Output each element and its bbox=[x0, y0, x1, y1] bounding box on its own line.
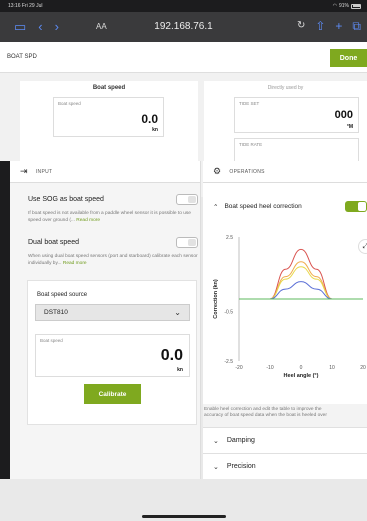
boat-speed-display: Boat speed 0.0 kn bbox=[53, 97, 164, 137]
operations-panel-title: OPERATIONS bbox=[229, 168, 265, 175]
status-left: 13:16 Fri 29 Jul bbox=[8, 3, 42, 9]
page-title: BOAT SPD bbox=[7, 54, 37, 60]
battery-percent: 91% bbox=[338, 3, 349, 9]
damping-row[interactable]: ⌄ Damping bbox=[203, 427, 367, 453]
boat-speed-source-card: Boat speed source DST810 ⌄ Boat speed 0.… bbox=[27, 280, 197, 425]
sog-help-text: If boat speed is not available from a pa… bbox=[28, 211, 191, 223]
source-speed-display: Boat speed 0.0 kn bbox=[35, 334, 190, 377]
sog-label: Use SOG as boat speed bbox=[28, 196, 104, 203]
operations-help: Enable heel correction and edit the tabl… bbox=[203, 404, 367, 427]
input-panel-title: INPUT bbox=[35, 168, 53, 175]
source-speed-value: 0.0 bbox=[160, 347, 183, 364]
dual-toggle[interactable] bbox=[176, 237, 198, 248]
operations-panel: ⚙ OPERATIONS ⌃ Boat speed heel correctio… bbox=[203, 161, 367, 479]
x-tick-label: 0 bbox=[300, 365, 303, 371]
source-speed-label: Boat speed bbox=[40, 338, 63, 343]
series-line-0 bbox=[239, 248, 363, 300]
sog-option-row: Use SOG as boat speed bbox=[28, 194, 198, 205]
chevron-down-icon: ⌄ bbox=[213, 463, 219, 471]
used-by-title: Directly used by bbox=[267, 85, 304, 91]
operations-help-line2: accuracy of boat speed data when the boa… bbox=[204, 413, 327, 419]
sog-toggle[interactable] bbox=[176, 194, 198, 205]
dual-read-more-link[interactable]: Read more bbox=[63, 261, 87, 266]
operations-panel-header: ⚙ OPERATIONS bbox=[203, 161, 367, 183]
x-tick-label: -10 bbox=[266, 365, 273, 371]
input-icon: ⇥ bbox=[20, 166, 28, 176]
precision-row[interactable]: ⌄ Precision bbox=[203, 453, 367, 479]
chevron-down-icon: ⌄ bbox=[174, 308, 181, 317]
tide-set-display: TIDE SET 000 °M bbox=[234, 97, 359, 133]
boat-speed-label: Boat speed bbox=[58, 101, 81, 106]
dual-label: Dual boat speed bbox=[28, 239, 79, 246]
series-line-1 bbox=[239, 261, 363, 300]
chevron-up-icon: ⌃ bbox=[213, 203, 219, 211]
y-tick-label: -0.5 bbox=[224, 309, 233, 315]
sliders-icon: ⚙ bbox=[213, 166, 222, 176]
boat-speed-value: 0.0 bbox=[141, 112, 158, 126]
damping-label: Damping bbox=[226, 437, 255, 444]
x-tick-label: 10 bbox=[329, 365, 335, 371]
share-icon[interactable]: ⇧ bbox=[315, 20, 325, 32]
new-tab-icon[interactable]: + bbox=[335, 20, 342, 32]
status-date: Fri 29 Jul bbox=[21, 3, 43, 9]
status-right: ◠ 91% bbox=[333, 3, 361, 9]
tide-rate-label: TIDE RATE bbox=[239, 142, 263, 147]
expand-icon[interactable]: ⤢ bbox=[358, 239, 367, 254]
calibrate-button[interactable]: Calibrate bbox=[84, 384, 141, 404]
input-panel-header: ⇥ INPUT bbox=[10, 161, 200, 183]
x-tick-label: -20 bbox=[235, 365, 242, 371]
reload-icon[interactable]: ↻ bbox=[297, 20, 305, 32]
heel-correction-chart[interactable]: 2.5 -0.5 -2.5-20 -10 0 10 20 Heel angle (°) Corr… bbox=[203, 231, 367, 401]
status-bar: 13:16 Fri 29 Jul ◠ 91% bbox=[0, 0, 367, 12]
boat-speed-card-title: Boat speed bbox=[92, 85, 126, 91]
dual-help-text: When using dual boat speed sensors (port… bbox=[28, 254, 198, 266]
source-select[interactable]: DST810 ⌄ bbox=[35, 304, 190, 321]
tabs-icon[interactable]: ⧉ bbox=[352, 20, 361, 32]
browser-toolbar: ▭ ‹ › AA 192.168.76.1 ↻ ⇧ + ⧉ bbox=[0, 12, 367, 42]
left-edge bbox=[0, 161, 10, 479]
boat-speed-unit: kn bbox=[152, 127, 158, 133]
source-selected: DST810 bbox=[44, 309, 68, 316]
browser-actions: ↻ ⇧ + ⧉ bbox=[297, 20, 361, 32]
series-line-3 bbox=[239, 281, 363, 300]
done-button[interactable]: Done bbox=[330, 49, 367, 67]
x-axis-label: Heel angle (°) bbox=[284, 373, 319, 379]
sog-help: If boat speed is not available from a pa… bbox=[28, 211, 200, 224]
tide-set-unit: °M bbox=[346, 124, 353, 130]
chevron-down-icon: ⌄ bbox=[213, 437, 219, 445]
wifi-icon: ◠ bbox=[332, 3, 337, 9]
battery-icon bbox=[351, 3, 361, 9]
series-line-2 bbox=[239, 266, 363, 300]
status-time: 13:16 bbox=[8, 3, 21, 9]
precision-label: Precision bbox=[226, 463, 256, 470]
y-axis-label: Correction (kn) bbox=[213, 279, 219, 319]
heel-correction-label: Boat speed heel correction bbox=[224, 203, 302, 210]
heel-correction-toggle[interactable] bbox=[345, 201, 367, 212]
tide-set-value: 000 bbox=[334, 109, 353, 121]
dual-help: When using dual boat speed sensors (port… bbox=[28, 254, 200, 267]
source-speed-unit: kn bbox=[177, 367, 183, 373]
dual-option-row: Dual boat speed bbox=[28, 237, 198, 248]
sog-read-more-link[interactable]: Read more bbox=[76, 218, 100, 223]
y-tick-label: -2.5 bbox=[224, 359, 233, 365]
heel-correction-row: ⌃ Boat speed heel correction bbox=[213, 201, 367, 212]
source-label: Boat speed source bbox=[37, 292, 88, 298]
tide-set-label: TIDE SET bbox=[239, 101, 260, 106]
y-tick-label: 2.5 bbox=[226, 235, 233, 241]
x-tick-label: 20 bbox=[360, 365, 366, 371]
heel-correction-header[interactable]: ⌃ Boat speed heel correction bbox=[213, 203, 302, 211]
home-indicator bbox=[142, 515, 226, 518]
app-header: BOAT SPD Done bbox=[0, 42, 367, 73]
